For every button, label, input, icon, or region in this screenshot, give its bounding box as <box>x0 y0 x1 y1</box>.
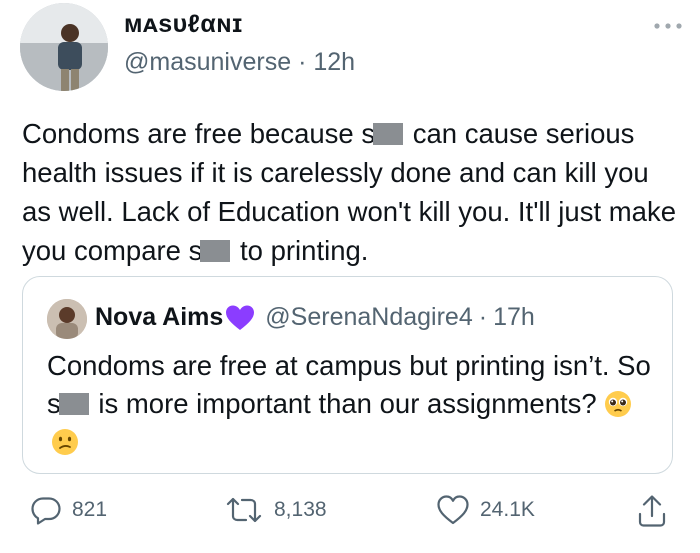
author-display-name[interactable]: ᴍᴀѕυℓαɴɪ <box>124 10 243 39</box>
tweet-actions: 821 8,138 24.1K <box>0 494 700 534</box>
more-icon <box>654 23 682 29</box>
retweet-button[interactable]: 8,138 <box>224 494 327 526</box>
redaction-block <box>200 240 231 262</box>
tweet-text-part: to printing. <box>232 235 369 266</box>
reply-count: 821 <box>72 498 108 521</box>
like-button[interactable]: 24.1K <box>436 494 535 526</box>
share-button[interactable] <box>636 494 668 528</box>
redaction-block <box>373 123 404 145</box>
quoted-author-name[interactable]: Nova Aims <box>95 303 223 332</box>
redaction-block <box>58 393 89 415</box>
retweet-icon <box>226 497 262 523</box>
quoted-header: Nova Aims @SerenaNdagire4 · 17h <box>95 303 535 332</box>
quoted-tweet[interactable]: Nova Aims @SerenaNdagire4 · 17h Condoms … <box>22 276 673 474</box>
quoted-author-handle[interactable]: @SerenaNdagire4 <box>265 303 472 332</box>
retweet-count: 8,138 <box>274 498 327 521</box>
reply-button[interactable]: 821 <box>30 494 107 526</box>
quoted-text-part: is more important than our assignments? <box>90 388 597 419</box>
confused-face-emoji <box>52 429 78 455</box>
tweet-text-part: Condoms are free because s <box>22 118 376 149</box>
share-icon <box>638 495 666 527</box>
author-handle-line: @masuniverse · 12h <box>124 48 355 77</box>
tweet-time[interactable]: 12h <box>313 48 355 76</box>
more-options-button[interactable] <box>650 14 686 38</box>
reply-icon <box>31 497 61 525</box>
tweet-text: Condoms are free because s can cause ser… <box>22 114 682 270</box>
quoted-meta-separator: · <box>478 303 488 331</box>
quoted-time[interactable]: 17h <box>493 303 535 332</box>
pleading-face-emoji <box>605 391 632 417</box>
quoted-author-avatar[interactable] <box>47 299 87 339</box>
meta-separator: · <box>298 48 307 76</box>
author-avatar[interactable] <box>20 3 108 91</box>
quoted-text: Condoms are free at campus but printing … <box>47 347 657 461</box>
like-icon <box>437 495 469 525</box>
like-count: 24.1K <box>480 498 535 521</box>
purple-heart-icon <box>226 305 255 330</box>
author-handle[interactable]: @masuniverse <box>124 48 291 76</box>
